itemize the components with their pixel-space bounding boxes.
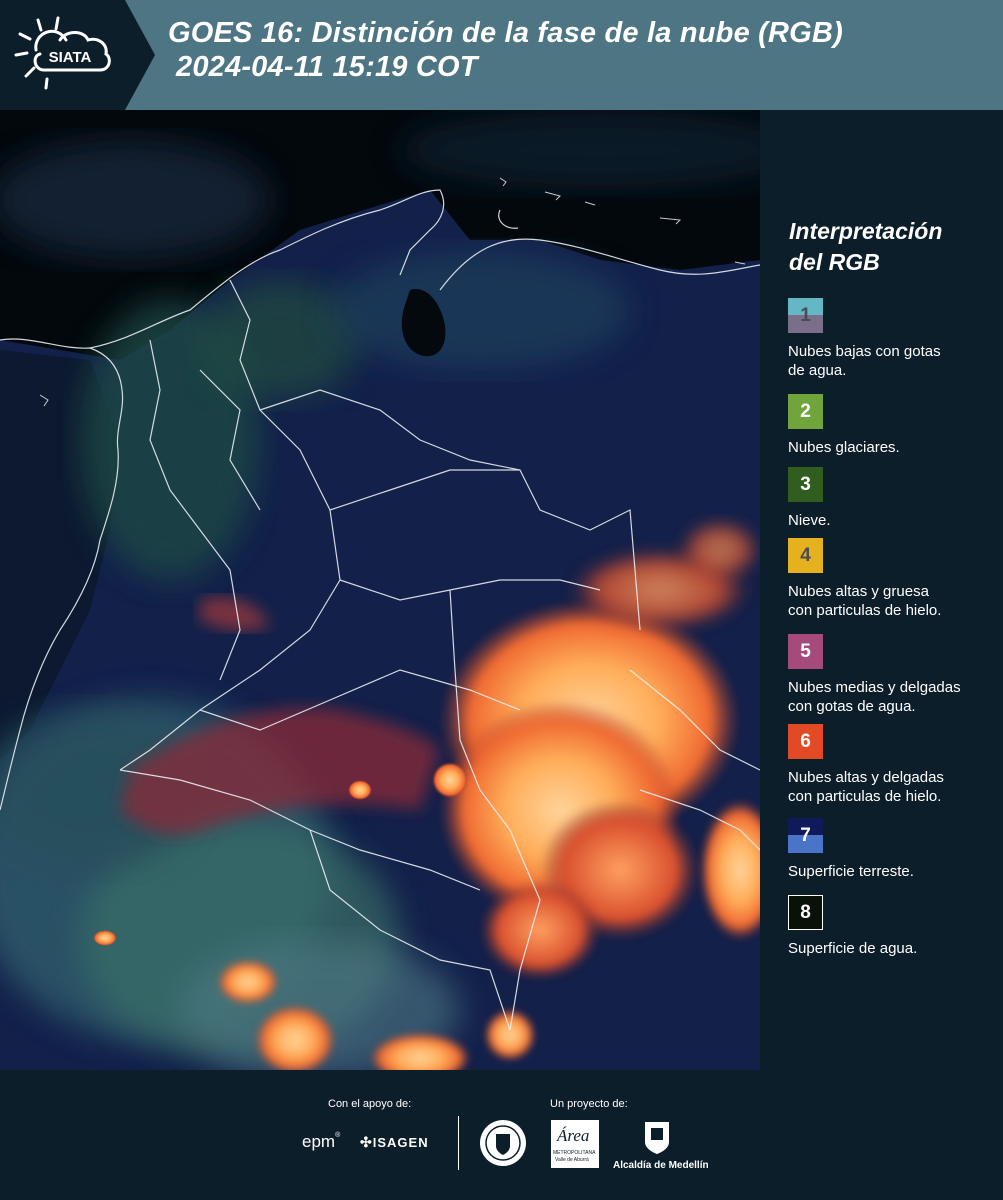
legend-swatch-1: 1 (788, 298, 823, 333)
legend-title-line-2: del RGB (789, 249, 880, 275)
siata-logo: SIATA (0, 0, 155, 110)
footer-divider (458, 1116, 459, 1170)
legend-number-1: 1 (800, 304, 811, 326)
seal-icon (480, 1120, 526, 1166)
legend-label-7: Superficie terreste. (788, 863, 914, 880)
legend-number-2: 2 (800, 400, 811, 422)
satellite-image (0, 110, 760, 1070)
svg-text:SIATA: SIATA (49, 49, 92, 66)
legend-item-5: 5 Nubes medias y delgadas con gotas de a… (788, 634, 1000, 716)
satellite-map-graphic (0, 110, 760, 1070)
legend-item-6: 6 Nubes altas y delgadas con particulas … (788, 724, 1000, 806)
legend-swatch-3: 3 (788, 467, 823, 502)
legend-label-3: Nieve. (788, 512, 831, 529)
legend-swatch-6: 6 (788, 724, 823, 759)
legend-swatch-7: 7 (788, 818, 823, 853)
legend-item-8: 8 Superficie de agua. (788, 895, 1000, 958)
title-line-2: 2024-04-11 15:19 COT (176, 51, 478, 83)
legend-item-4: 4 Nubes altas y gruesa con particulas de… (788, 538, 1000, 620)
support-label: Con el apoyo de: (328, 1098, 412, 1110)
project-label: Un proyecto de: (550, 1098, 628, 1110)
alcaldia-label: Alcaldía de Medellín (613, 1160, 709, 1171)
page: SIATA GOES 16: Distinción de la fase de … (0, 0, 1003, 1200)
legend-swatch-4: 4 (788, 538, 823, 573)
legend-title: Interpretación del RGB (789, 216, 942, 278)
legend-item-3: 3 Nieve. (788, 467, 1000, 530)
legend-label-6: Nubes altas y delgadas con particulas de… (788, 769, 944, 805)
legend-label-4: Nubes altas y gruesa con particulas de h… (788, 583, 942, 619)
legend-label-5: Nubes medias y delgadas con gotas de agu… (788, 679, 961, 715)
legend-number-7: 7 (800, 824, 811, 846)
footer: Con el apoyo de: Un proyecto de: epm® ✣I… (0, 1070, 1003, 1200)
epm-logo: epm® (302, 1132, 341, 1151)
page-title: GOES 16: Distinción de la fase de la nub… (168, 16, 843, 84)
isagen-icon: ✣ (360, 1134, 373, 1150)
legend-item-2: 2 Nubes glaciares. (788, 394, 1000, 457)
legend-number-3: 3 (800, 473, 811, 495)
legend-title-line-1: Interpretación (789, 218, 943, 244)
legend-number-6: 6 (800, 730, 811, 752)
legend-item-1: 1 Nubes bajas con gotas de agua. (788, 298, 1000, 380)
area-metropolitana-logo: Área METROPOLITANA Valle de Aburrá (551, 1120, 599, 1168)
legend-label-2: Nubes glaciares. (788, 439, 900, 456)
legend-swatch-8: 8 (788, 895, 823, 930)
legend-label-1: Nubes bajas con gotas de agua. (788, 343, 941, 379)
legend-number-8: 8 (800, 901, 811, 923)
legend-item-7: 7 Superficie terreste. (788, 818, 1000, 881)
header-bar: SIATA GOES 16: Distinción de la fase de … (0, 0, 1003, 110)
legend-number-5: 5 (800, 640, 811, 662)
legend-label-8: Superficie de agua. (788, 940, 918, 957)
legend-swatch-5: 5 (788, 634, 823, 669)
title-line-1: GOES 16: Distinción de la fase de la nub… (168, 17, 843, 49)
isagen-logo: ✣ISAGEN (360, 1134, 429, 1150)
coat-of-arms-icon (645, 1122, 669, 1154)
legend-swatch-2: 2 (788, 394, 823, 429)
legend-number-4: 4 (800, 544, 811, 566)
legend-panel: Interpretación del RGB 1 Nubes bajas con… (760, 110, 1003, 1070)
